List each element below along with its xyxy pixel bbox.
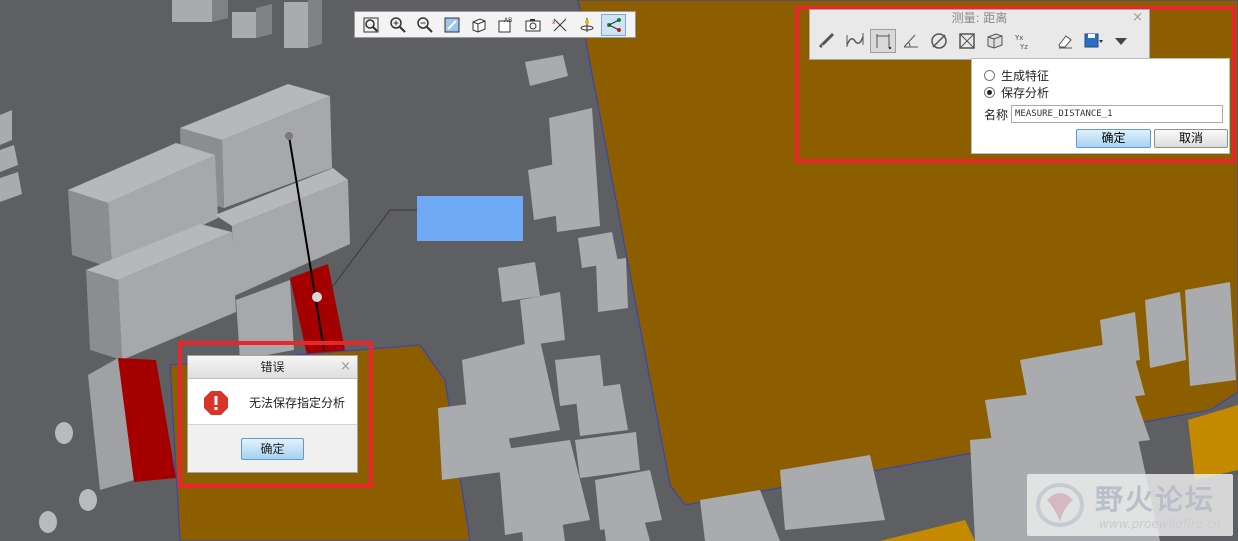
zoom-out-icon[interactable] (412, 14, 437, 36)
svg-text:x: x (552, 19, 556, 26)
measure-note-box[interactable] (417, 196, 523, 241)
radio-label: 生成特征 (1001, 69, 1050, 83)
zoom-in-icon[interactable] (385, 14, 410, 36)
repaint-icon[interactable] (439, 14, 464, 36)
error-icon (204, 390, 228, 415)
svg-text:AB: AB (504, 17, 512, 24)
view-toolbar: AB x (354, 11, 636, 38)
save-analysis-panel: 生成特征 保存分析 名称 确定 取消 (971, 58, 1230, 154)
datum-display-icon[interactable]: x (547, 14, 572, 36)
radio-save-analysis[interactable]: 保存分析 (984, 84, 1049, 101)
watermark-url: www.proewildfire.cn (1099, 517, 1221, 531)
camera-icon[interactable] (520, 14, 545, 36)
watermark-name: 野火论坛 (1095, 483, 1216, 516)
annotation-display-icon[interactable] (601, 13, 626, 36)
refit-icon[interactable] (358, 14, 383, 36)
radio-label: 保存分析 (1001, 86, 1050, 100)
summary-icon[interactable] (814, 29, 840, 53)
angle-icon[interactable] (898, 29, 924, 53)
save-icon[interactable] (1080, 29, 1106, 53)
measure-dialog: 测量: 距离 × Yx Yz (809, 9, 1150, 60)
error-dialog: 错误 × 无法保存指定分析 确定 (187, 355, 358, 473)
ok-button[interactable]: 确定 (1076, 129, 1151, 148)
diameter-icon[interactable] (926, 29, 952, 53)
error-dialog-title: 错误 (260, 360, 285, 374)
cancel-button[interactable]: 取消 (1154, 129, 1228, 148)
radio-button[interactable] (984, 70, 995, 81)
length-icon[interactable] (842, 29, 868, 53)
more-icon[interactable] (1108, 29, 1134, 53)
analysis-name-input[interactable] (1011, 105, 1224, 123)
error-ok-button[interactable]: 确定 (241, 438, 304, 460)
radio-generate-feature[interactable]: 生成特征 (984, 67, 1049, 84)
distance-icon[interactable] (870, 29, 896, 53)
close-icon[interactable]: × (1132, 10, 1143, 26)
close-icon[interactable]: × (340, 356, 351, 378)
radio-button-selected[interactable] (984, 87, 995, 98)
forum-logo-icon (1036, 483, 1084, 527)
volume-icon[interactable] (982, 29, 1008, 53)
svg-text:Yz: Yz (1019, 43, 1028, 51)
eraser-icon[interactable] (1052, 29, 1078, 53)
error-message: 无法保存指定分析 (249, 396, 346, 410)
measure-dialog-title: 测量: 距离 (951, 11, 1008, 25)
area-icon[interactable] (954, 29, 980, 53)
watermark: 野火论坛 www.proewildfire.cn (1027, 474, 1233, 536)
spin-center-icon[interactable] (574, 14, 599, 36)
saved-views-icon[interactable]: AB (493, 14, 518, 36)
transform-icon[interactable]: Yx Yz (1010, 29, 1036, 53)
name-label: 名称 (984, 107, 1009, 122)
display-style-icon[interactable] (466, 14, 491, 36)
svg-text:Yx: Yx (1014, 34, 1023, 42)
